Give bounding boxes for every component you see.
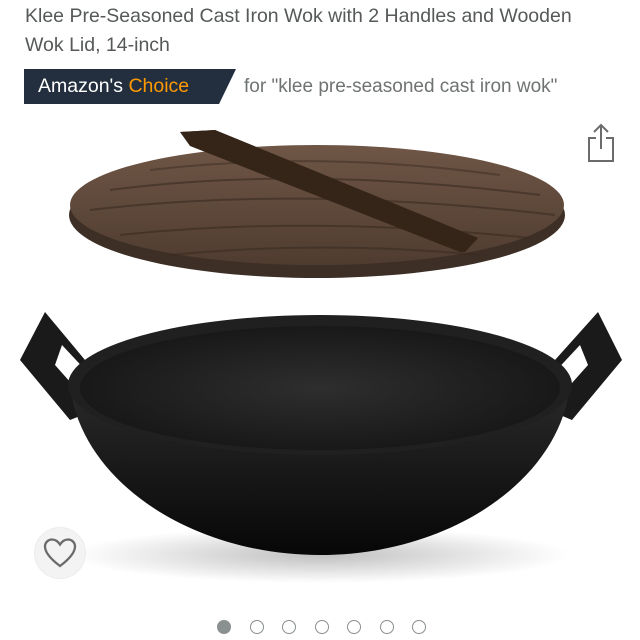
badge-prefix: Amazon's (38, 75, 124, 97)
carousel-dot[interactable] (314, 620, 329, 634)
carousel-dot[interactable] (347, 620, 361, 634)
favorite-button[interactable] (35, 528, 85, 578)
carousel-dot[interactable] (217, 620, 231, 634)
wok-body (68, 315, 572, 555)
badge-query-text: for "klee pre-seasoned cast iron wok" (244, 76, 558, 97)
carousel-dot[interactable] (379, 620, 394, 634)
carousel-dot[interactable] (412, 620, 426, 634)
image-carousel-indicator (0, 620, 640, 636)
wooden-lid (69, 130, 565, 278)
carousel-dot[interactable] (282, 620, 296, 634)
product-image[interactable] (0, 120, 640, 610)
heart-icon (43, 538, 77, 568)
amazons-choice-badge[interactable]: Amazon's Choice (24, 69, 236, 104)
amazons-choice-row: Amazon's Choice for "klee pre-seasoned c… (24, 69, 624, 104)
badge-highlight: Choice (128, 75, 190, 97)
product-title: Klee Pre-Seasoned Cast Iron Wok with 2 H… (25, 5, 572, 56)
carousel-dot[interactable] (249, 620, 264, 634)
